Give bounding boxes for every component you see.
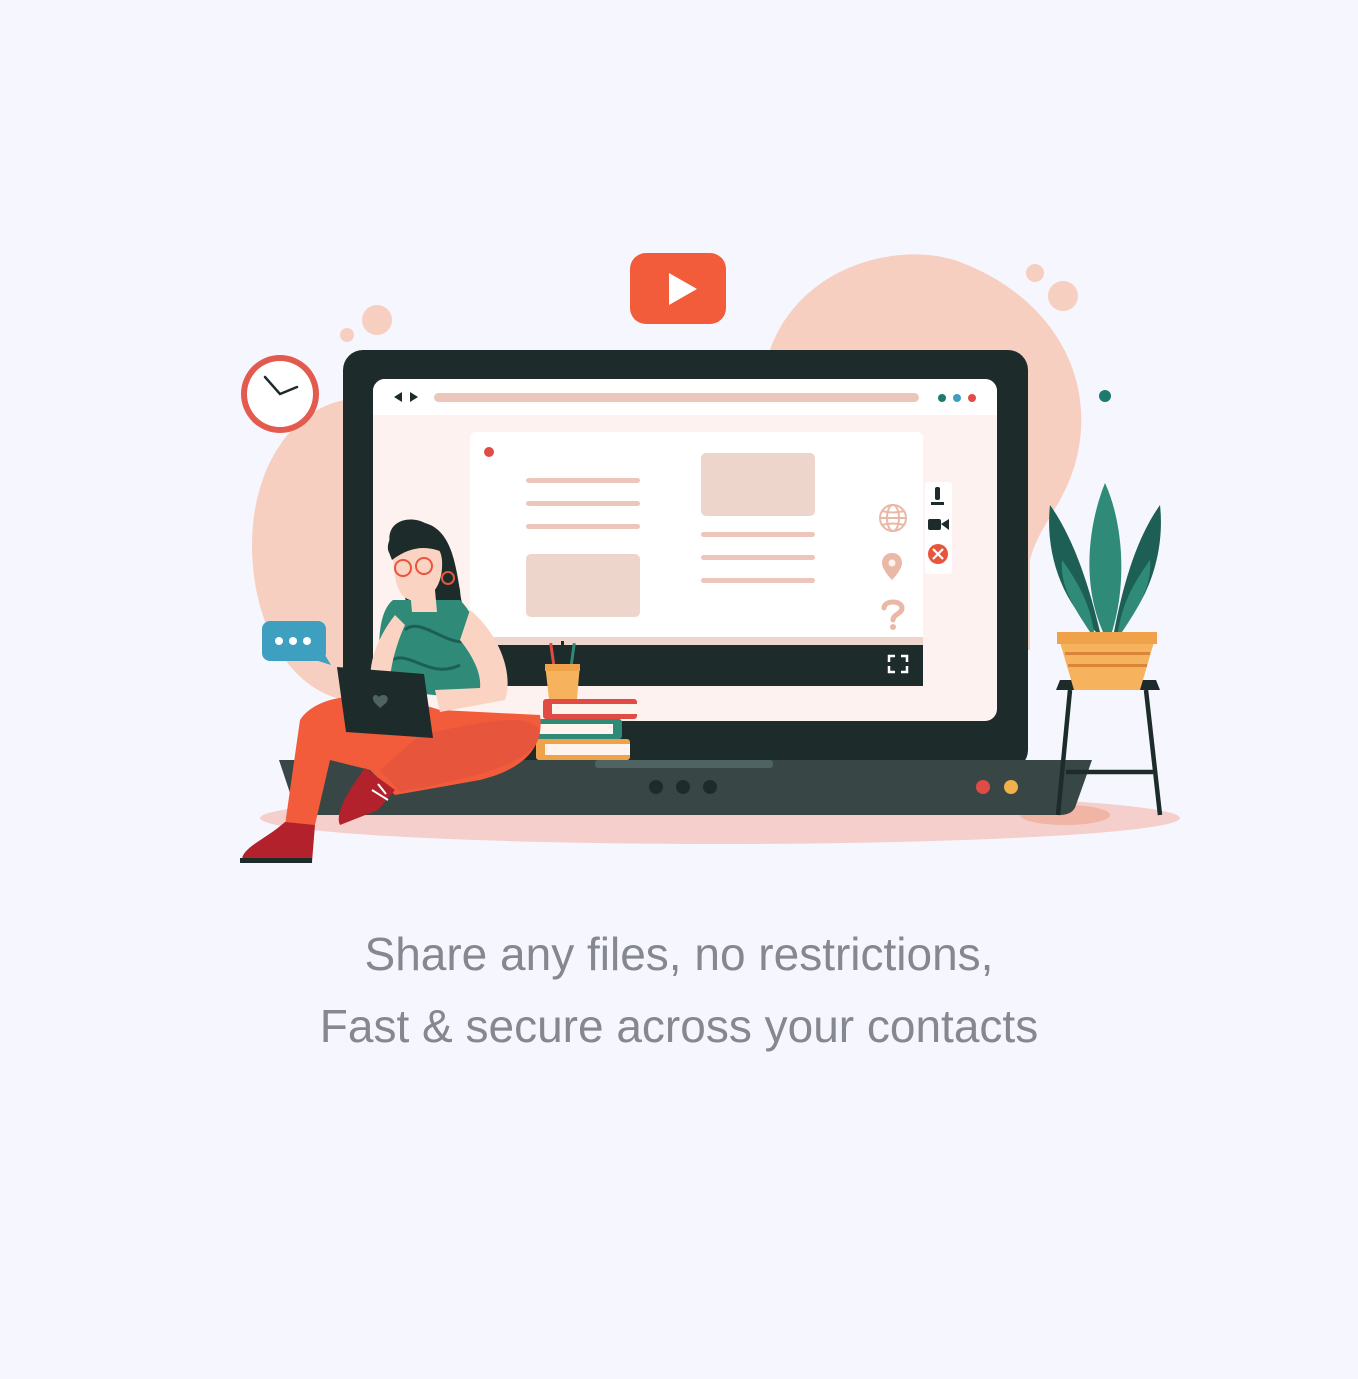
tagline-line-1: Share any files, no restrictions,	[364, 928, 994, 980]
onboarding-screen: Share any files, no restrictions, Fast &…	[0, 0, 1358, 1379]
clock-icon	[241, 355, 319, 433]
chat-bubble-icon	[262, 621, 331, 665]
tagline-line-2: Fast & secure across your contacts	[319, 1000, 1039, 1052]
play-icon	[630, 253, 726, 324]
close-icon	[928, 544, 948, 564]
file-sharing-illustration	[240, 253, 1180, 863]
tagline: Share any files, no restrictions, Fast &…	[0, 918, 1358, 1062]
